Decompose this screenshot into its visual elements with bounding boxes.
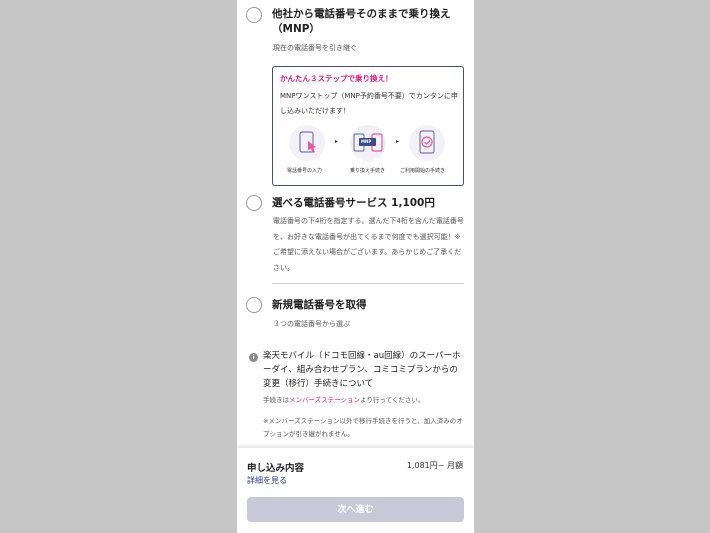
info-note-suffix: より行ってください。 xyxy=(360,396,425,404)
step-arrow-2: ▸ xyxy=(396,138,400,145)
option-mnp-subtitle: 現在の電話番号を引き継ぐ xyxy=(273,44,357,52)
info-caution: ※メンバーズステーション以外で移行手続きを行うと、加入済みのオプションが引き継が… xyxy=(263,417,463,438)
radio-select-number[interactable] xyxy=(246,195,262,211)
info-note-prefix: 手続きは xyxy=(263,396,289,404)
mnp-steps-box: かんたん３ステップで乗り換え！ MNPワンストップ（MNP予約番号不要）でカンタ… xyxy=(272,66,464,186)
next-button[interactable]: 次へ進む xyxy=(247,497,464,522)
monthly-price: 1,081円~ 月額 xyxy=(406,461,463,470)
option-new-number-subtitle: ３つの電話番号から選ぶ xyxy=(273,320,350,328)
order-summary-title: 申し込み内容 xyxy=(247,463,305,474)
phone-check-icon xyxy=(409,125,445,161)
mnp-badge: MNP xyxy=(361,139,372,144)
option-select-number-description: 電話番号の下4桁を指定する。選んだ下4桁を含んだ電話番号を、お好きな電話番号が出… xyxy=(273,217,464,272)
option-mnp-title: 他社から電話番号そのままで乗り換え （MNP） xyxy=(272,8,451,35)
info-icon: i xyxy=(249,353,258,362)
mnp-box-text: MNPワンストップ（MNP予約番号不要）でカンタンに申し込みいただけます！ xyxy=(280,92,458,115)
radio-new-number[interactable] xyxy=(246,297,262,313)
radio-mnp[interactable] xyxy=(246,7,262,23)
info-note: 手続きはメンバーズステーションより行ってください。 xyxy=(263,394,463,407)
divider xyxy=(272,283,464,284)
members-station-link[interactable]: メンバーズステーション xyxy=(289,396,360,404)
option-select-number-title: 選べる電話番号サービス 1,100円 xyxy=(272,197,435,209)
phone-tap-icon xyxy=(289,125,325,161)
step-arrow-1: ▸ xyxy=(335,138,339,145)
mnp-transfer-icon: MNP xyxy=(350,125,386,161)
step-label-1: 電話番号の入力 xyxy=(287,168,323,174)
mnp-box-headline: かんたん３ステップで乗り換え！ xyxy=(280,74,393,83)
order-summary-footer: 申し込み内容 1,081円~ 月額 詳細を見る 次へ進む xyxy=(237,448,474,533)
option-new-number-title: 新規電話番号を取得 xyxy=(272,299,367,311)
app-screen: 他社から電話番号そのままで乗り換え （MNP） 現在の電話番号を引き継ぐ かんた… xyxy=(237,0,474,533)
step-label-2: 乗り換え手続き xyxy=(350,168,386,174)
step-label-3: ご利用開始の手続き xyxy=(400,168,446,174)
info-title: 楽天モバイル（ドコモ回線・au回線）のスーパーホーダイ、組み合わせプラン、コミコ… xyxy=(263,351,461,389)
view-details-link[interactable]: 詳細を見る xyxy=(247,475,287,486)
